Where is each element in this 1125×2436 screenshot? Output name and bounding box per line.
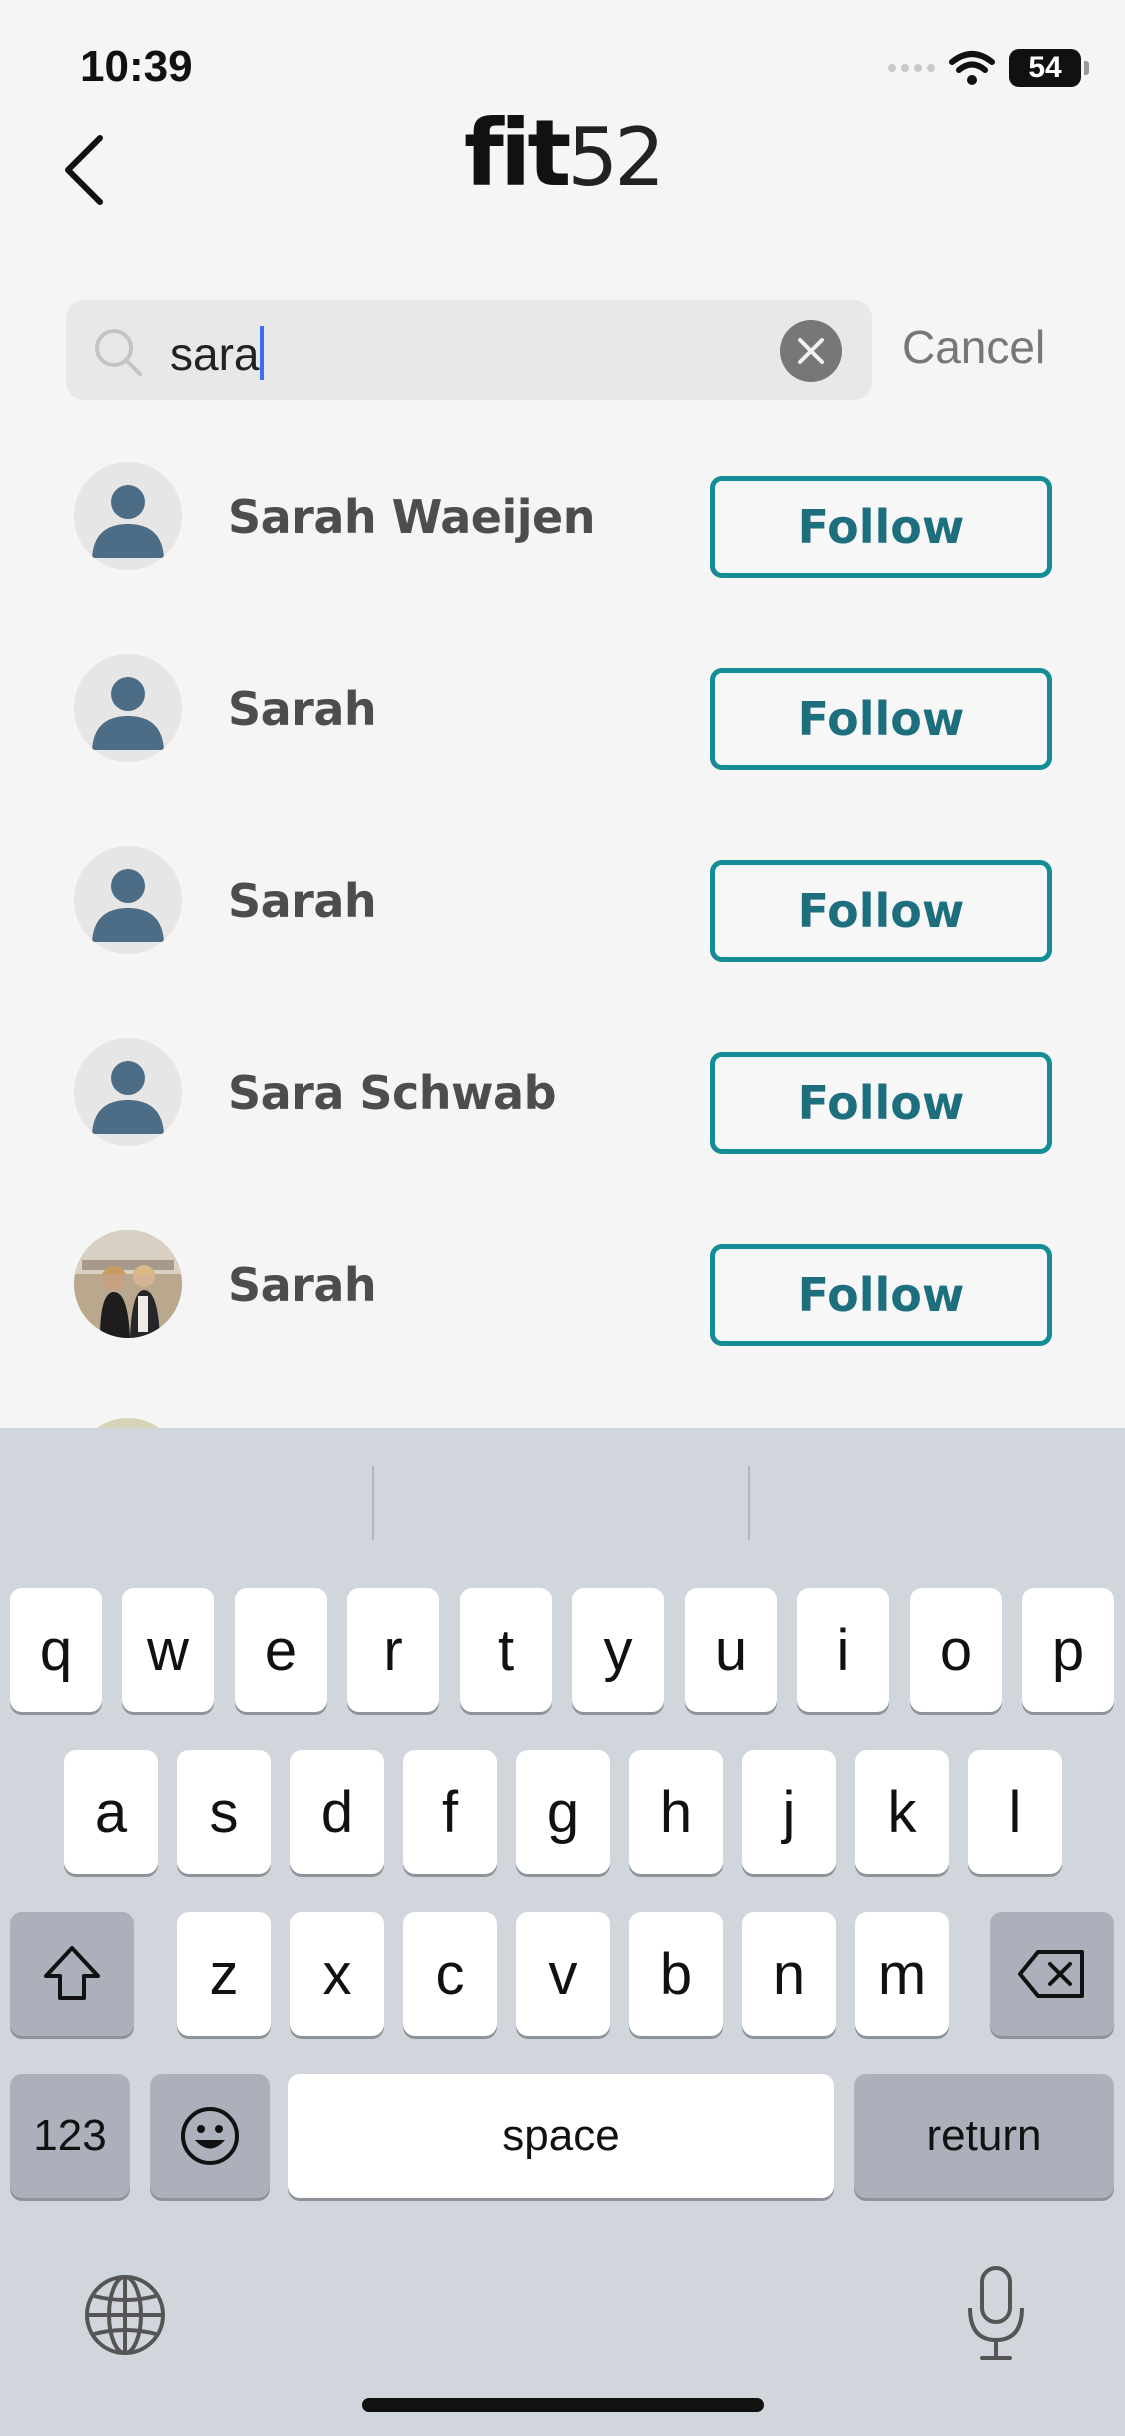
follow-button[interactable]: Follow: [710, 1244, 1052, 1346]
list-item[interactable]: Sarah Follow: [0, 1230, 1125, 1422]
logo-number: 52: [567, 111, 665, 204]
search-icon: [95, 329, 142, 376]
list-item[interactable]: Sarah Follow: [0, 654, 1125, 846]
suggestion-divider: [748, 1466, 750, 1540]
user-name[interactable]: Sarah: [228, 1258, 377, 1312]
key-b[interactable]: b: [629, 1912, 723, 2036]
backspace-icon: [1018, 1950, 1084, 1998]
follow-button[interactable]: Follow: [710, 860, 1052, 962]
key-c[interactable]: c: [403, 1912, 497, 2036]
key-a[interactable]: a: [64, 1750, 158, 1874]
key-p[interactable]: p: [1022, 1588, 1114, 1712]
key-g[interactable]: g: [516, 1750, 610, 1874]
backspace-key[interactable]: [990, 1912, 1114, 2036]
search-value: sara: [170, 328, 260, 380]
battery-icon: 54: [1009, 49, 1089, 87]
clear-search-button[interactable]: [780, 320, 842, 382]
search-input[interactable]: sara: [170, 326, 265, 381]
key-n[interactable]: n: [742, 1912, 836, 2036]
key-s[interactable]: s: [177, 1750, 271, 1874]
avatar[interactable]: [74, 1038, 182, 1146]
key-r[interactable]: r: [347, 1588, 439, 1712]
key-z[interactable]: z: [177, 1912, 271, 2036]
cellular-signal-icon: [888, 64, 935, 72]
suggestion-divider: [372, 1466, 374, 1540]
key-f[interactable]: f: [403, 1750, 497, 1874]
user-name[interactable]: Sarah: [228, 682, 377, 736]
avatar[interactable]: [74, 846, 182, 954]
key-i[interactable]: i: [797, 1588, 889, 1712]
list-item[interactable]: Sarah Waeijen Follow: [0, 462, 1125, 654]
key-j[interactable]: j: [742, 1750, 836, 1874]
key-t[interactable]: t: [460, 1588, 552, 1712]
key-u[interactable]: u: [685, 1588, 777, 1712]
key-h[interactable]: h: [629, 1750, 723, 1874]
search-results-list: Sarah Waeijen Follow Sarah Follow Sarah …: [0, 462, 1125, 1422]
close-icon: [798, 338, 824, 364]
user-name[interactable]: Sara Schwab: [228, 1066, 557, 1120]
key-l[interactable]: l: [968, 1750, 1062, 1874]
status-icons: 54: [888, 48, 1089, 88]
microphone-icon[interactable]: [960, 2264, 1032, 2364]
key-w[interactable]: w: [122, 1588, 214, 1712]
app-logo: fit52: [0, 108, 1125, 200]
profile-photo: [74, 1230, 182, 1338]
globe-icon[interactable]: [82, 2272, 168, 2358]
list-item[interactable]: Sara Schwab Follow: [0, 1038, 1125, 1230]
person-placeholder-icon: [74, 654, 182, 762]
follow-button[interactable]: Follow: [710, 668, 1052, 770]
avatar-photo[interactable]: [74, 1230, 182, 1338]
space-key[interactable]: space: [288, 2074, 834, 2198]
user-name[interactable]: Sarah: [228, 874, 377, 928]
key-k[interactable]: k: [855, 1750, 949, 1874]
status-time: 10:39: [80, 42, 193, 91]
person-placeholder-icon: [74, 846, 182, 954]
avatar[interactable]: [74, 654, 182, 762]
key-e[interactable]: e: [235, 1588, 327, 1712]
text-caret: [260, 326, 265, 380]
wifi-icon: [949, 51, 995, 85]
cancel-button[interactable]: Cancel: [902, 320, 1045, 374]
search-field[interactable]: sara: [66, 300, 872, 400]
numbers-key[interactable]: 123: [10, 2074, 130, 2198]
user-name[interactable]: Sarah Waeijen: [228, 490, 595, 544]
person-placeholder-icon: [74, 1038, 182, 1146]
key-d[interactable]: d: [290, 1750, 384, 1874]
keyboard: q w e r t y u i o p a s d f g h j k l z …: [0, 1428, 1125, 2436]
key-q[interactable]: q: [10, 1588, 102, 1712]
key-o[interactable]: o: [910, 1588, 1002, 1712]
emoji-key[interactable]: [150, 2074, 270, 2198]
follow-button[interactable]: Follow: [710, 476, 1052, 578]
logo-word: fit: [463, 100, 572, 207]
avatar[interactable]: [74, 462, 182, 570]
follow-button[interactable]: Follow: [710, 1052, 1052, 1154]
shift-icon: [44, 1946, 100, 2000]
key-x[interactable]: x: [290, 1912, 384, 2036]
return-key[interactable]: return: [854, 2074, 1114, 2198]
home-indicator[interactable]: [362, 2398, 764, 2412]
key-m[interactable]: m: [855, 1912, 949, 2036]
shift-key[interactable]: [10, 1912, 134, 2036]
key-y[interactable]: y: [572, 1588, 664, 1712]
person-placeholder-icon: [74, 462, 182, 570]
key-v[interactable]: v: [516, 1912, 610, 2036]
list-item[interactable]: Sarah Follow: [0, 846, 1125, 1038]
emoji-icon: [181, 2107, 239, 2165]
